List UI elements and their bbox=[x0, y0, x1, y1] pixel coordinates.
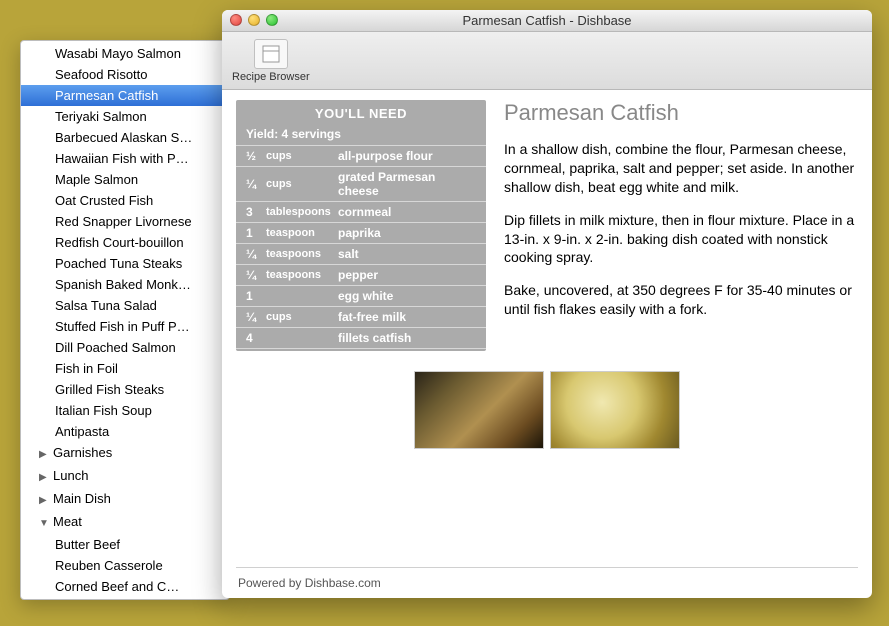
ingredient-name: salt bbox=[338, 247, 476, 261]
list-item[interactable]: Grilled Fish Steaks bbox=[21, 379, 229, 400]
ingredient-row: 4 fillets catfish bbox=[236, 327, 486, 349]
minimize-icon[interactable] bbox=[248, 14, 260, 26]
ingredient-unit: teaspoons bbox=[266, 269, 338, 281]
list-item[interactable]: Red Snapper Livornese bbox=[21, 211, 229, 232]
ingredient-name: all-purpose flour bbox=[338, 149, 476, 163]
list-item[interactable]: Poached Tuna Steaks bbox=[21, 253, 229, 274]
list-item[interactable]: Maple Salmon bbox=[21, 169, 229, 190]
recipe-step: In a shallow dish, combine the flour, Pa… bbox=[504, 140, 858, 197]
list-item[interactable]: Green Chile Stew wit… bbox=[21, 597, 229, 599]
recipe-body: Parmesan Catfish In a shallow dish, comb… bbox=[504, 100, 858, 351]
list-item[interactable]: Spanish Baked Monk… bbox=[21, 274, 229, 295]
main-window: Parmesan Catfish - Dishbase Recipe Brows… bbox=[222, 10, 872, 598]
ingredient-unit: cups bbox=[266, 311, 338, 323]
chevron-right-icon: ▶ bbox=[39, 469, 49, 486]
ingredient-qty: 1 bbox=[246, 226, 266, 240]
chevron-right-icon: ▶ bbox=[39, 492, 49, 509]
list-item[interactable]: Oat Crusted Fish bbox=[21, 190, 229, 211]
ingredient-row: ½cupsall-purpose flour bbox=[236, 145, 486, 166]
list-item[interactable]: Wasabi Mayo Salmon bbox=[21, 43, 229, 64]
list-item[interactable]: Barbecued Alaskan S… bbox=[21, 127, 229, 148]
ingredient-row: ¼teaspoonspepper bbox=[236, 264, 486, 285]
recipe-step: Dip fillets in milk mixture, then in flo… bbox=[504, 211, 858, 268]
ingredients-panel: YOU'LL NEED Yield: 4 servings ½cupsall-p… bbox=[236, 100, 486, 351]
ingredient-name: paprika bbox=[338, 226, 476, 240]
list-item[interactable]: Salsa Tuna Salad bbox=[21, 295, 229, 316]
recipe-browser-label: Recipe Browser bbox=[232, 71, 310, 83]
ingredient-name: fat-free milk bbox=[338, 310, 476, 324]
ingredient-name: cornmeal bbox=[338, 205, 476, 219]
recipe-browser-button[interactable]: Recipe Browser bbox=[232, 39, 310, 83]
ingredient-qty: ¼ bbox=[246, 268, 266, 282]
chevron-down-icon: ▼ bbox=[39, 515, 49, 532]
list-category[interactable]: ▶Lunch bbox=[21, 465, 229, 488]
window-title: Parmesan Catfish - Dishbase bbox=[222, 13, 872, 28]
ingredient-row: 3tablespoonscornmeal bbox=[236, 201, 486, 222]
list-item[interactable]: Fish in Foil bbox=[21, 358, 229, 379]
list-item[interactable]: Parmesan Catfish bbox=[21, 85, 229, 106]
recipe-image[interactable] bbox=[414, 371, 544, 449]
ingredient-name: grated Parmesan cheese bbox=[338, 170, 476, 198]
close-icon[interactable] bbox=[230, 14, 242, 26]
window-controls bbox=[230, 14, 278, 26]
list-item[interactable]: Redfish Court-bouillon bbox=[21, 232, 229, 253]
footer-text: Powered by Dishbase.com bbox=[236, 567, 858, 590]
list-category[interactable]: ▼Meat bbox=[21, 511, 229, 534]
ingredient-name: fillets catfish bbox=[338, 331, 476, 345]
recipe-step: Bake, uncovered, at 350 degrees F for 35… bbox=[504, 281, 858, 319]
ingredient-qty: ¼ bbox=[246, 177, 266, 191]
list-item[interactable]: Hawaiian Fish with P… bbox=[21, 148, 229, 169]
ingredient-qty: 1 bbox=[246, 289, 266, 303]
list-item[interactable]: Teriyaki Salmon bbox=[21, 106, 229, 127]
chevron-right-icon: ▶ bbox=[39, 446, 49, 463]
ingredient-name: pepper bbox=[338, 268, 476, 282]
list-item[interactable]: Antipasta bbox=[21, 421, 229, 442]
ingredient-qty: ¼ bbox=[246, 247, 266, 261]
ingredient-unit: teaspoons bbox=[266, 248, 338, 260]
ingredient-unit: tablespoons bbox=[266, 206, 338, 218]
ingredient-name: egg white bbox=[338, 289, 476, 303]
list-category[interactable]: ▶Garnishes bbox=[21, 442, 229, 465]
ingredients-heading: YOU'LL NEED bbox=[236, 106, 486, 121]
recipe-list[interactable]: Wasabi Mayo SalmonSeafood RisottoParmesa… bbox=[21, 41, 229, 599]
list-item[interactable]: Corned Beef and C… bbox=[21, 576, 229, 597]
ingredient-row: 1teaspoonpaprika bbox=[236, 222, 486, 243]
list-item[interactable]: Reuben Casserole bbox=[21, 555, 229, 576]
zoom-icon[interactable] bbox=[266, 14, 278, 26]
ingredient-unit: cups bbox=[266, 178, 338, 190]
ingredient-qty: 4 bbox=[246, 331, 266, 345]
list-item[interactable]: Italian Fish Soup bbox=[21, 400, 229, 421]
ingredient-row: 1 egg white bbox=[236, 285, 486, 306]
ingredient-row: ¼cupsfat-free milk bbox=[236, 306, 486, 327]
ingredient-qty: ¼ bbox=[246, 310, 266, 324]
recipe-steps: In a shallow dish, combine the flour, Pa… bbox=[504, 140, 858, 319]
ingredient-qty: ½ bbox=[246, 149, 266, 163]
ingredient-qty: 3 bbox=[246, 205, 266, 219]
ingredient-unit: cups bbox=[266, 150, 338, 162]
sidebar-window: Wasabi Mayo SalmonSeafood RisottoParmesa… bbox=[20, 40, 230, 600]
recipe-title: Parmesan Catfish bbox=[504, 100, 858, 126]
list-item[interactable]: Butter Beef bbox=[21, 534, 229, 555]
list-item[interactable]: Dill Poached Salmon bbox=[21, 337, 229, 358]
recipe-image[interactable] bbox=[550, 371, 680, 449]
content-area: YOU'LL NEED Yield: 4 servings ½cupsall-p… bbox=[222, 90, 872, 598]
ingredient-row: ¼cupsgrated Parmesan cheese bbox=[236, 166, 486, 201]
list-item[interactable]: Stuffed Fish in Puff P… bbox=[21, 316, 229, 337]
list-category[interactable]: ▶Main Dish bbox=[21, 488, 229, 511]
recipe-images bbox=[236, 371, 858, 449]
titlebar: Parmesan Catfish - Dishbase bbox=[222, 10, 872, 32]
list-item[interactable]: Seafood Risotto bbox=[21, 64, 229, 85]
yield-text: Yield: 4 servings bbox=[236, 125, 486, 145]
recipe-browser-icon bbox=[254, 39, 288, 69]
toolbar: Recipe Browser bbox=[222, 32, 872, 90]
ingredients-list: ½cupsall-purpose flour¼cupsgrated Parmes… bbox=[236, 145, 486, 349]
ingredient-unit: teaspoon bbox=[266, 227, 338, 239]
ingredient-row: ¼teaspoonssalt bbox=[236, 243, 486, 264]
